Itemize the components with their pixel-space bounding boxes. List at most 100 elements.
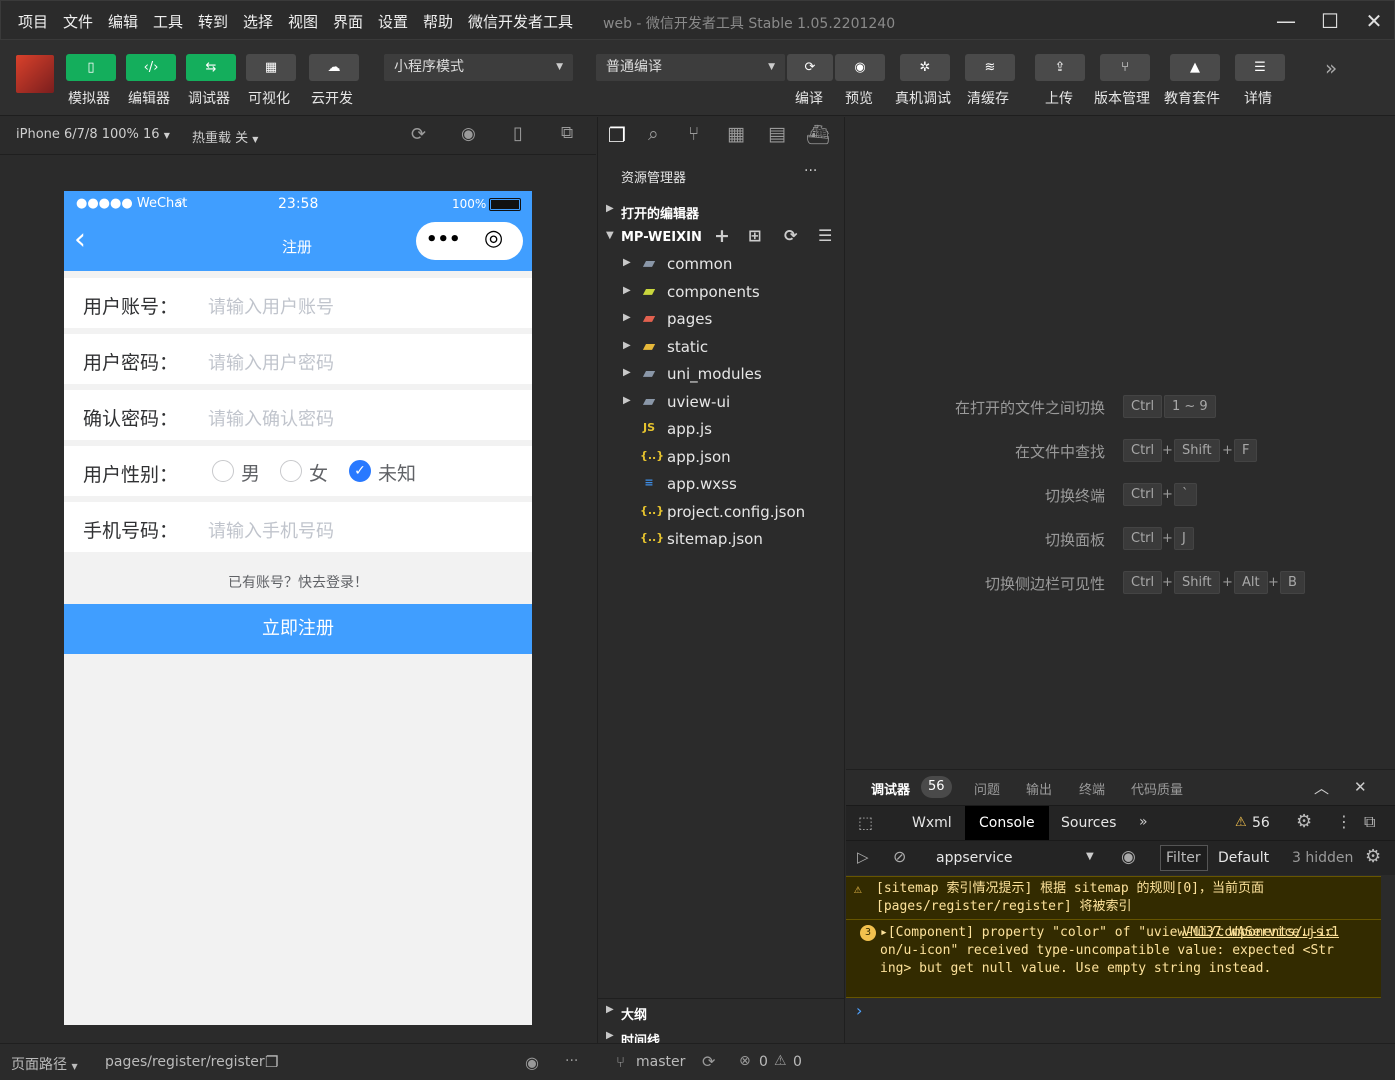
- confirm-password-row[interactable]: 确认密码： 请输入确认密码: [64, 390, 532, 440]
- debug-tab-output[interactable]: 输出: [1026, 779, 1052, 798]
- mode-select[interactable]: 小程序模式 ▼: [384, 54, 573, 81]
- menu-item-goto[interactable]: 转到: [198, 11, 228, 32]
- clear-console-icon[interactable]: ⊘: [893, 847, 906, 866]
- education-button[interactable]: ▲: [1170, 54, 1220, 81]
- storage-icon[interactable]: ▤: [768, 123, 786, 145]
- copy-icon[interactable]: ❐: [265, 1053, 278, 1071]
- back-icon[interactable]: ‹: [74, 225, 86, 255]
- folder-item[interactable]: ▶ ▰ uview-ui: [598, 390, 844, 417]
- editor-toggle-button[interactable]: ‹/›: [126, 54, 176, 81]
- device-select[interactable]: iPhone 6/7/8 100% 16 ▼: [16, 127, 170, 142]
- branch-icon[interactable]: ⑂: [688, 123, 699, 145]
- error-count[interactable]: 0: [759, 1054, 768, 1070]
- hot-reload-select[interactable]: 热重载 关 ▼: [192, 127, 258, 146]
- gender-male-label[interactable]: 男: [241, 459, 260, 486]
- details-button[interactable]: ☰: [1235, 54, 1285, 81]
- gender-female-radio[interactable]: [280, 460, 302, 482]
- eye-icon[interactable]: ◉: [1121, 847, 1136, 867]
- new-folder-icon[interactable]: ⊞: [748, 226, 761, 245]
- simulator-toggle-button[interactable]: ▯: [66, 54, 116, 81]
- file-item[interactable]: JS app.js: [598, 417, 844, 444]
- sync-icon[interactable]: ⟳: [702, 1052, 715, 1071]
- gear-icon[interactable]: ⚙: [1365, 846, 1381, 867]
- explorer-more-icon[interactable]: ···: [804, 163, 817, 179]
- refresh-icon[interactable]: ⟳: [784, 226, 797, 245]
- avatar[interactable]: [16, 55, 54, 93]
- file-item[interactable]: ≡ app.wxss: [598, 472, 844, 499]
- phone-icon[interactable]: ▯: [513, 123, 523, 144]
- popout-icon[interactable]: ⧉: [561, 123, 573, 143]
- docker-icon[interactable]: ⛴: [806, 123, 830, 146]
- debug-tab-terminal[interactable]: 终端: [1079, 779, 1105, 798]
- folder-item[interactable]: ▶ ▰ common: [598, 252, 844, 279]
- menu-item-help[interactable]: 帮助: [423, 11, 453, 32]
- project-section[interactable]: ▼ MP-WEIXIN + ⊞ ⟳ ☰: [598, 225, 844, 251]
- phone-number-input[interactable]: 请输入手机号码: [208, 517, 334, 543]
- debug-tab-problems[interactable]: 问题: [974, 779, 1000, 798]
- folder-item[interactable]: ▶ ▰ components: [598, 280, 844, 307]
- stop-icon[interactable]: ◉: [461, 124, 476, 144]
- open-editors-section[interactable]: ▶ 打开的编辑器: [598, 198, 844, 224]
- warning-count[interactable]: 0: [793, 1054, 802, 1070]
- menu-item-select[interactable]: 选择: [243, 11, 273, 32]
- devtools-tab-wxml[interactable]: Wxml: [912, 815, 952, 831]
- folder-item[interactable]: ▶ ▰ static: [598, 335, 844, 362]
- phone-number-row[interactable]: 手机号码： 请输入手机号码: [64, 502, 532, 552]
- menu-item-project[interactable]: 项目: [18, 11, 48, 32]
- account-row[interactable]: 用户账号： 请输入用户账号: [64, 278, 532, 328]
- gender-unknown-radio[interactable]: ✓: [349, 460, 371, 482]
- file-item[interactable]: {..} project.config.json: [598, 500, 844, 527]
- visual-toggle-button[interactable]: ▦: [246, 54, 296, 81]
- message-source-link[interactable]: VM137 WAService.js:1: [1182, 924, 1339, 942]
- menu-item-edit[interactable]: 编辑: [108, 11, 138, 32]
- menu-item-view[interactable]: 视图: [288, 11, 318, 32]
- debugger-toggle-button[interactable]: ⇆: [186, 54, 236, 81]
- gender-female-label[interactable]: 女: [309, 459, 328, 486]
- menu-item-file[interactable]: 文件: [63, 11, 93, 32]
- preview-button[interactable]: ◉: [835, 54, 885, 81]
- version-button[interactable]: ⑂: [1100, 54, 1150, 81]
- capsule-more-icon[interactable]: •••: [426, 229, 461, 250]
- search-icon[interactable]: ⌕: [648, 123, 659, 145]
- eye-icon[interactable]: ◉: [525, 1053, 539, 1072]
- clear-cache-button[interactable]: ≋: [965, 54, 1015, 81]
- menu-item-settings[interactable]: 设置: [378, 11, 408, 32]
- branch-name[interactable]: master: [636, 1054, 685, 1070]
- login-link[interactable]: 已有账号？快去登录！: [64, 572, 532, 592]
- gear-icon[interactable]: ⚙: [1296, 811, 1312, 832]
- log-level-select[interactable]: Default: [1218, 850, 1269, 866]
- minimize-button[interactable]: —: [1271, 7, 1301, 35]
- chevron-down-icon[interactable]: ▼: [1086, 851, 1094, 862]
- file-item[interactable]: {..} sitemap.json: [598, 527, 844, 554]
- extensions-icon[interactable]: ▦: [727, 123, 745, 145]
- maximize-button[interactable]: ☐: [1315, 7, 1345, 35]
- more-icon[interactable]: ···: [565, 1053, 578, 1069]
- warning-count[interactable]: 56: [1252, 815, 1270, 831]
- menu-item-interface[interactable]: 界面: [333, 11, 363, 32]
- reload-icon[interactable]: ⟳: [411, 124, 426, 145]
- files-icon[interactable]: ❐: [608, 123, 626, 147]
- cloud-dev-button[interactable]: ☁: [309, 54, 359, 81]
- filter-input[interactable]: Filter: [1160, 845, 1208, 871]
- new-file-icon[interactable]: +: [714, 225, 730, 247]
- password-row[interactable]: 用户密码： 请输入用户密码: [64, 334, 532, 384]
- debug-tab-code-quality[interactable]: 代码质量: [1131, 779, 1183, 798]
- folder-item[interactable]: ▶ ▰ pages: [598, 307, 844, 334]
- undock-icon[interactable]: ⧉: [1364, 812, 1375, 832]
- register-button[interactable]: 立即注册: [64, 604, 532, 654]
- close-icon[interactable]: ✕: [1354, 778, 1367, 796]
- sidebar-toggle-icon[interactable]: ▷: [857, 848, 869, 866]
- debug-tab-debugger[interactable]: 调试器: [871, 779, 910, 798]
- account-input[interactable]: 请输入用户账号: [208, 293, 334, 319]
- chevron-up-icon[interactable]: ︿: [1314, 777, 1329, 798]
- gender-unknown-label[interactable]: 未知: [378, 459, 416, 486]
- capsule-close-icon[interactable]: ◎: [484, 226, 503, 251]
- console-prompt[interactable]: ›: [856, 1001, 862, 1020]
- page-path-select[interactable]: 页面路径 ▼: [11, 1054, 78, 1074]
- compile-button[interactable]: ⟳: [787, 54, 833, 81]
- folder-item[interactable]: ▶ ▰ uni_modules: [598, 362, 844, 389]
- menu-item-wechat-devtools[interactable]: 微信开发者工具: [468, 11, 573, 32]
- close-button[interactable]: ✕: [1359, 7, 1389, 35]
- kebab-icon[interactable]: ⋮: [1336, 812, 1352, 831]
- devtools-tab-sources[interactable]: Sources: [1061, 815, 1116, 831]
